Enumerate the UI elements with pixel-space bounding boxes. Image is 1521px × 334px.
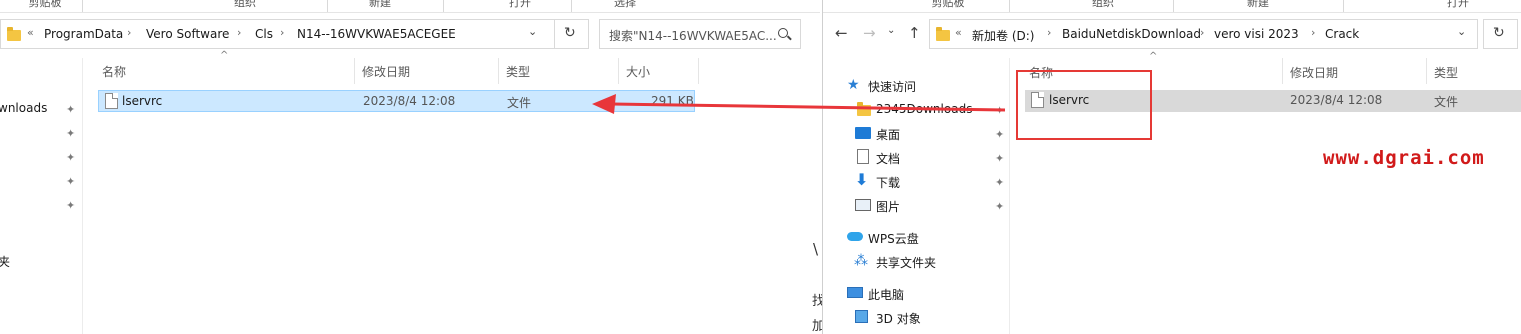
arrow-head <box>592 94 616 114</box>
arrow-shaft <box>611 102 1006 112</box>
drag-arrow <box>592 94 1006 114</box>
